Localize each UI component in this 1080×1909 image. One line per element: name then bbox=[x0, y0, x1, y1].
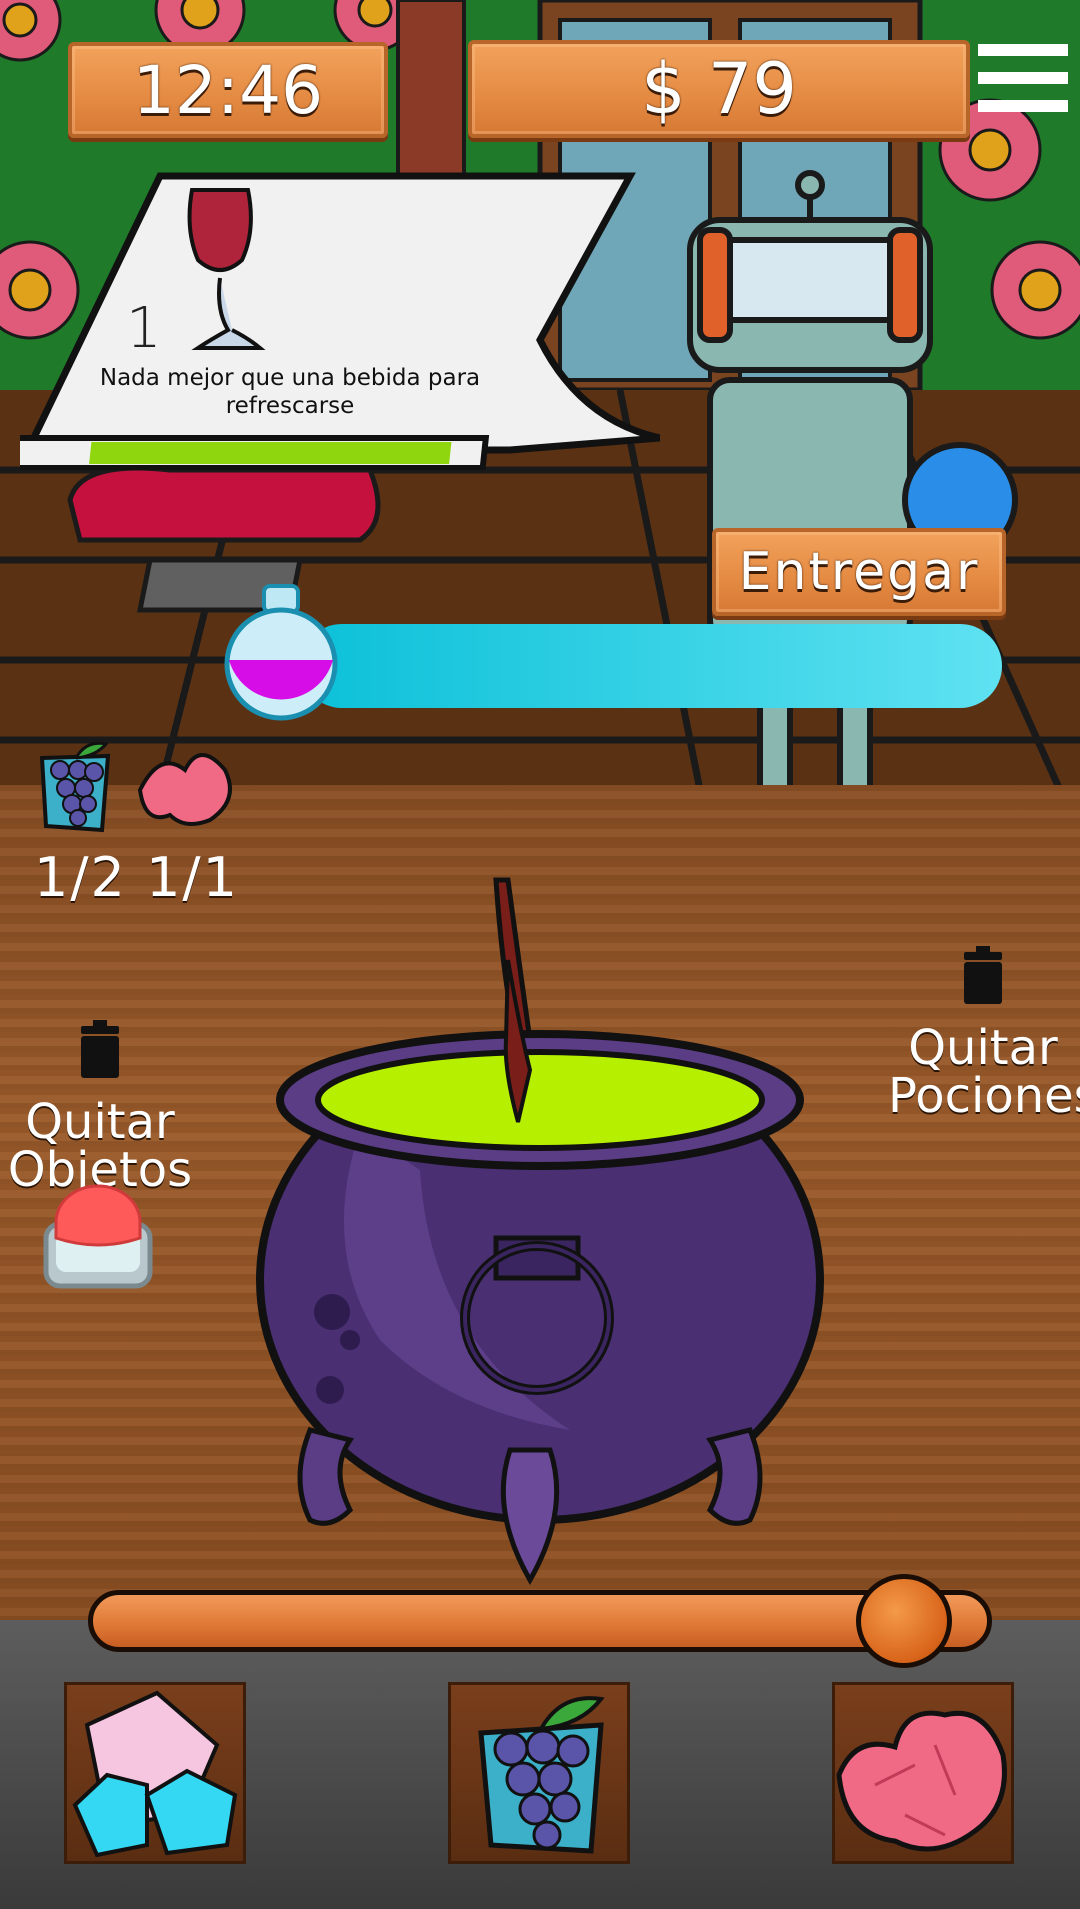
crystals-icon bbox=[72, 1690, 238, 1858]
order-description: Nada mejor que una bebida para refrescar… bbox=[99, 365, 481, 419]
order-speech-bubble bbox=[20, 172, 660, 470]
inventory-slot-grapes[interactable] bbox=[448, 1682, 630, 1864]
money-display: $ 79 bbox=[468, 40, 970, 138]
clock-display: 12:46 bbox=[68, 42, 388, 138]
grapes-icon bbox=[478, 1696, 605, 1854]
remove-objects-button[interactable]: Quitar Objetos bbox=[0, 1020, 200, 1194]
required-grapes-icon bbox=[39, 741, 111, 833]
stir-slider-knob[interactable] bbox=[856, 1574, 952, 1668]
menu-icon-bar-top bbox=[978, 44, 1068, 56]
leaves-icon bbox=[836, 1710, 1007, 1852]
potion-flask-icon bbox=[224, 584, 338, 721]
trash-icon bbox=[81, 1020, 119, 1078]
brew-liquid bbox=[315, 1049, 765, 1151]
menu-icon-bar-bottom bbox=[978, 100, 1068, 112]
patience-bar-fill bbox=[89, 442, 452, 464]
inventory-slot-crystals[interactable] bbox=[64, 1682, 246, 1864]
remove-potions-label-1: Quitar bbox=[908, 1020, 1058, 1076]
potion-progress-bar bbox=[300, 624, 1002, 708]
required-leaves-icon bbox=[137, 753, 232, 826]
inventory-slot-leaves[interactable] bbox=[832, 1682, 1014, 1864]
menu-icon[interactable] bbox=[978, 44, 1068, 122]
cauldron[interactable] bbox=[250, 870, 830, 1590]
ingredient-counts: 1/2 1/1 bbox=[34, 846, 239, 909]
deliver-button[interactable]: Entregar bbox=[712, 528, 1006, 616]
remove-objects-label-1: Quitar bbox=[25, 1094, 175, 1150]
remove-potions-button[interactable]: Quitar Pociones bbox=[888, 946, 1080, 1124]
menu-icon-bar-mid bbox=[978, 72, 1068, 84]
trash-icon bbox=[964, 946, 1002, 1004]
order-quantity: 1 bbox=[126, 296, 162, 361]
remove-potions-label-2: Pociones bbox=[888, 1068, 1080, 1124]
red-push-button[interactable] bbox=[42, 1182, 154, 1292]
